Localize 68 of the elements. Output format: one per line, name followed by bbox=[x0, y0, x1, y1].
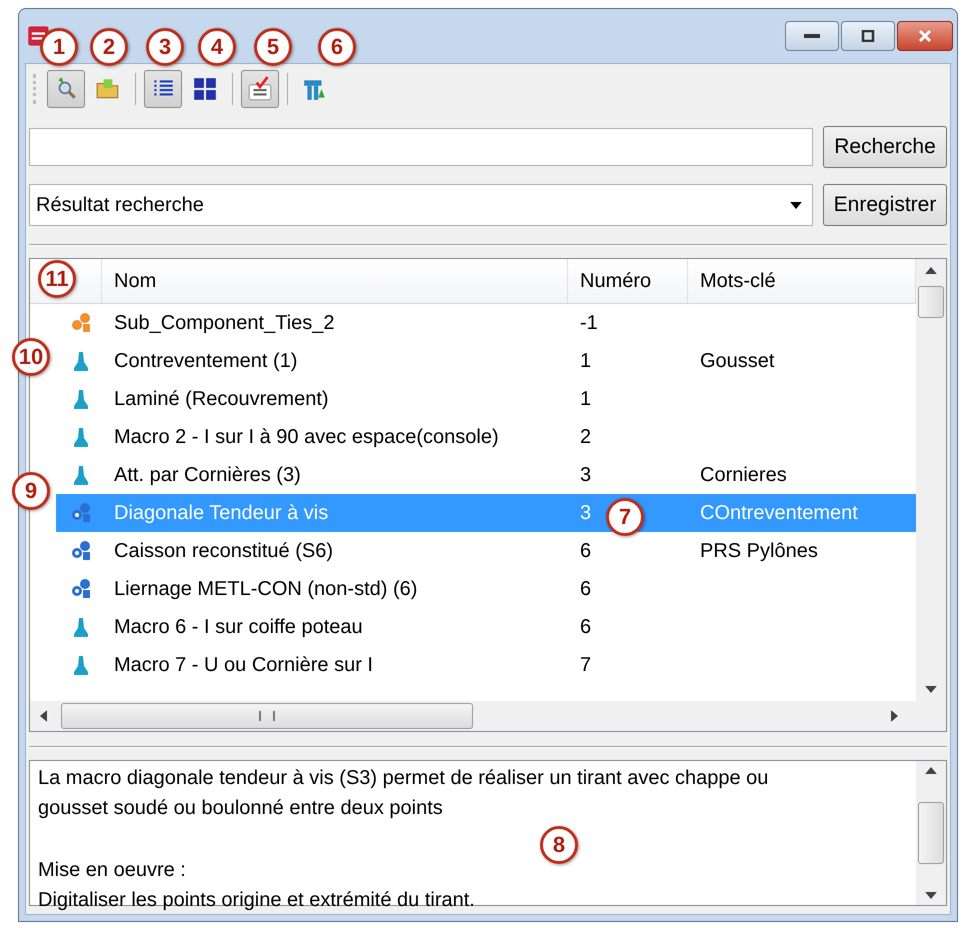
minimize-icon bbox=[804, 34, 820, 38]
search-field[interactable] bbox=[29, 128, 813, 166]
table-cell: Macro 2 - I sur I à 90 avec espace(console) bbox=[114, 426, 499, 448]
scroll-arrow-icon[interactable] bbox=[40, 710, 47, 722]
close-button[interactable] bbox=[897, 21, 953, 51]
list-tool[interactable] bbox=[144, 70, 182, 108]
scroll-thumb[interactable] bbox=[918, 802, 944, 864]
table-cell: 7 bbox=[580, 654, 592, 676]
table-cell: PRS Pylônes bbox=[700, 540, 818, 562]
scroll-arrow-icon[interactable] bbox=[925, 892, 937, 899]
result-dropdown[interactable]: Résultat recherche bbox=[29, 184, 813, 226]
table-cell: Macro 7 - U ou Cornière sur I bbox=[114, 654, 373, 676]
table-cell: Laminé (Recouvrement) bbox=[114, 388, 329, 410]
table-cell: 1 bbox=[580, 350, 592, 372]
vertical-scrollbar[interactable] bbox=[916, 761, 946, 905]
table-cell: 6 bbox=[580, 616, 592, 638]
table-cell: 3 bbox=[580, 502, 592, 524]
gears-icon bbox=[69, 501, 93, 525]
table-cell: 3 bbox=[580, 464, 592, 486]
table-cell: Gousset bbox=[700, 350, 774, 372]
column-header[interactable]: Nom bbox=[102, 259, 568, 303]
table-cell: -1 bbox=[580, 312, 598, 334]
scroll-arrow-icon[interactable] bbox=[925, 686, 937, 693]
save-button[interactable]: Enregistrer bbox=[823, 184, 947, 226]
table-cell: Diagonale Tendeur à vis bbox=[114, 502, 328, 524]
gears-icon bbox=[69, 539, 93, 563]
scroll-thumb[interactable] bbox=[918, 286, 944, 318]
list-row[interactable]: Macro 2 - I sur I à 90 avec espace(console) 2 bbox=[56, 418, 916, 456]
column-header[interactable]: Numéro bbox=[568, 259, 688, 303]
gears-icon bbox=[69, 311, 93, 335]
table-cell: Contreventement (1) bbox=[114, 350, 298, 372]
list-row[interactable]: Laminé (Recouvrement) 1 bbox=[56, 380, 916, 418]
search-button[interactable]: Recherche bbox=[823, 126, 947, 168]
spellcheck-tool[interactable] bbox=[241, 70, 279, 108]
caret-icon bbox=[790, 202, 802, 208]
table-cell: Caisson reconstitué (S6) bbox=[114, 540, 333, 562]
list-row[interactable]: Sub_Component_Ties_2 -1 bbox=[56, 304, 916, 342]
magnifier-tool[interactable] bbox=[47, 70, 85, 108]
list-row[interactable]: Liernage METL-CON (non-std) (6) 6 bbox=[56, 570, 916, 608]
list-row[interactable]: Att. par Cornières (3) 3 Cornieres bbox=[56, 456, 916, 494]
table-cell: 2 bbox=[580, 426, 592, 448]
grip-icon bbox=[259, 711, 275, 721]
gears-icon bbox=[69, 577, 93, 601]
table-cell: Sub_Component_Ties_2 bbox=[114, 312, 335, 334]
horizontal-scrollbar[interactable] bbox=[30, 701, 946, 731]
table-cell: 6 bbox=[580, 540, 592, 562]
description-text: Mise en oeuvre : Digitaliser les points origine et extrémité du tirant. bbox=[38, 858, 476, 913]
list-row[interactable]: Macro 7 - U ou Cornière sur I 7 bbox=[56, 646, 916, 684]
table-cell: Cornieres bbox=[700, 464, 787, 486]
table-cell: 6 bbox=[580, 578, 592, 600]
list-row[interactable]: Macro 6 - I sur coiffe poteau 6 bbox=[56, 608, 916, 646]
maximize-button[interactable] bbox=[841, 21, 895, 51]
table-cell: Macro 6 - I sur coiffe poteau bbox=[114, 616, 363, 638]
scroll-arrow-icon[interactable] bbox=[891, 710, 898, 722]
description-text: La macro diagonale tendeur à vis (S3) permet de réaliser un tirant avec chappe ou gousset soudé ou boulonné entre deux points bbox=[38, 766, 770, 821]
table-cell: Att. par Cornières (3) bbox=[114, 464, 301, 486]
scroll-arrow-icon[interactable] bbox=[925, 267, 937, 274]
scroll-arrow-icon[interactable] bbox=[925, 767, 937, 774]
tiles-icon bbox=[192, 76, 218, 102]
scroll-thumb[interactable] bbox=[61, 703, 473, 729]
dropdown-value: Résultat recherche bbox=[36, 194, 204, 216]
table-cell: 1 bbox=[580, 388, 592, 410]
vertical-scrollbar[interactable] bbox=[916, 259, 946, 701]
minimize-button[interactable] bbox=[785, 21, 839, 51]
list-row[interactable]: Contreventement (1) 1 Gousset bbox=[56, 342, 916, 380]
table-cell: COntreventement bbox=[700, 502, 858, 524]
table-cell: Liernage METL-CON (non-std) (6) bbox=[114, 578, 418, 600]
spellcheck-icon bbox=[247, 76, 273, 102]
